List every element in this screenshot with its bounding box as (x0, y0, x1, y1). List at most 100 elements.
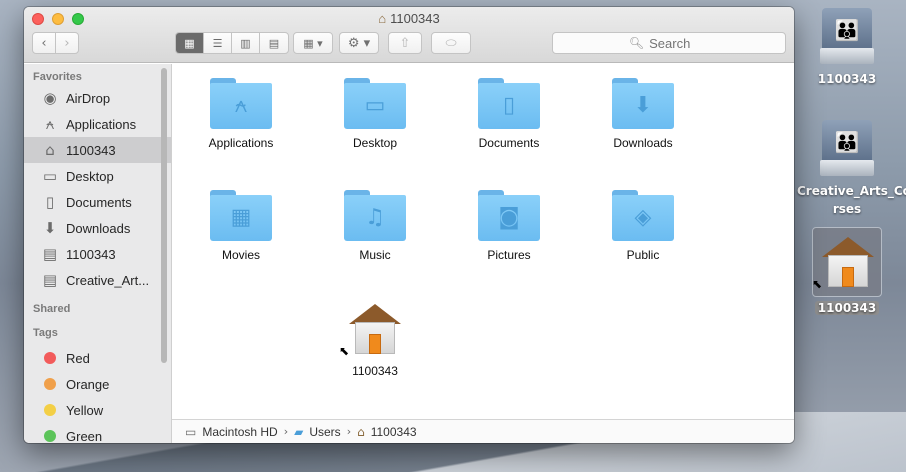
pictures-folder-icon: ◙ (478, 190, 540, 242)
sidebar-item-label: Desktop (66, 168, 114, 184)
downloads-icon: ⬇ (43, 219, 57, 237)
sidebar-item-label: Green (66, 428, 103, 444)
sidebar-item-label: Orange (66, 376, 110, 392)
desktop-item-home-alias[interactable]: ⬉ 1100343 (797, 227, 897, 317)
folder-public[interactable]: ◈ Public (576, 190, 710, 262)
sidebar-item-label: Downloads (66, 220, 131, 236)
desktop-folder-icon: ▭ (344, 78, 406, 130)
sidebar: Favorites ◉ AirDrop ⍲ Applications ⌂ 110… (24, 64, 172, 443)
sidebar-item-label: 1100343 (66, 246, 116, 262)
folder-pictures[interactable]: ◙ Pictures (442, 190, 576, 262)
search-field[interactable]: 🔍︎ (552, 32, 786, 54)
tag-icon: ⬭ (445, 35, 457, 51)
sidebar-tag-orange[interactable]: Orange (24, 371, 171, 397)
titlebar: ⌂ 1100343 ‹ › ▦ ☰ ▥ ▤ ▦ ▾ ⚙ ▾ ⇧ ⬭ 🔍︎ (24, 7, 794, 63)
desktop-item-1100343-drive[interactable]: 👪 1100343 (797, 8, 897, 88)
forward-button[interactable]: › (55, 32, 79, 54)
network-drive-icon: ▤ (42, 245, 58, 263)
music-folder-icon: ♫ (344, 190, 406, 242)
network-drive-icon: 👪 (820, 120, 874, 178)
sidebar-item-label: Applications (66, 116, 137, 132)
desktop-icon: ▭ (42, 167, 58, 185)
home-icon: ⌂ (378, 11, 387, 26)
yellow-tag-dot (44, 404, 56, 416)
chevron-right-icon: › (346, 425, 352, 438)
desktop-item-creative-arts-drive[interactable]: 👪 Creative_Arts_Cou rses (797, 120, 906, 218)
green-tag-dot (44, 430, 56, 442)
sidebar-item-airdrop[interactable]: ◉ AirDrop (24, 85, 171, 111)
edit-tags-button[interactable]: ⬭ (431, 32, 471, 54)
sidebar-header-favorites: Favorites (33, 71, 82, 83)
sidebar-scrollbar[interactable] (161, 68, 167, 363)
path-segment-home[interactable]: 1100343 (371, 425, 417, 439)
sidebar-item-home[interactable]: ⌂ 1100343 (24, 137, 171, 163)
sidebar-tag-red[interactable]: Red (24, 345, 171, 371)
icon-view-button[interactable]: ▦ (176, 33, 204, 53)
sidebar-tag-green[interactable]: Green (24, 423, 171, 443)
documents-folder-icon: ▯ (478, 78, 540, 130)
folder-downloads[interactable]: ⬇ Downloads (576, 78, 710, 150)
action-button[interactable]: ⚙ ▾ (339, 32, 379, 54)
chevron-right-icon: › (283, 425, 289, 438)
sidebar-item-documents[interactable]: ▯ Documents (24, 189, 171, 215)
sidebar-item-label: Documents (66, 194, 132, 210)
arrange-grid-icon: ▦ ▾ (303, 36, 323, 50)
sidebar-item-label: Red (66, 350, 90, 366)
home-alias-item[interactable]: ⬉ 1100343 (308, 302, 442, 378)
chevron-left-icon: ‹ (41, 35, 47, 51)
sidebar-item-label: Creative_Art... (66, 272, 150, 288)
airdrop-icon: ◉ (43, 89, 57, 107)
folder-desktop[interactable]: ▭ Desktop (308, 78, 442, 150)
applications-folder-icon: ⍲ (210, 78, 272, 130)
path-bar: ▭ Macintosh HD › ▰ Users › ⌂ 1100343 (172, 419, 794, 443)
folder-icon: ▰ (294, 424, 304, 439)
share-icon: ⇧ (399, 35, 411, 51)
sidebar-item-label: 1100343 (66, 142, 116, 158)
sidebar-tag-yellow[interactable]: Yellow (24, 397, 171, 423)
finder-window: ⌂1100343 ‹ › ▦ ☰ ▥ ▤ ▦ ▾ ⚙ ▾ ⇧ ⬭ 🔍︎ Favo… (24, 7, 794, 443)
public-folder-icon: ◈ (612, 190, 674, 242)
sidebar-item-creative-arts-drive[interactable]: ▤ Creative_Art... (24, 267, 171, 293)
window-title: ⌂ 1100343 (378, 11, 440, 26)
downloads-folder-icon: ⬇ (612, 78, 674, 130)
path-segment-users[interactable]: Users (309, 425, 340, 439)
sidebar-item-1100343-drive[interactable]: ▤ 1100343 (24, 241, 171, 267)
network-drive-icon: ▤ (42, 271, 58, 289)
documents-icon: ▯ (45, 193, 55, 211)
column-view-button[interactable]: ▥ (232, 33, 260, 53)
view-mode-segmented-control: ▦ ☰ ▥ ▤ (175, 32, 289, 54)
coverflow-view-button[interactable]: ▤ (260, 33, 288, 53)
home-alias-icon: ⬉ (339, 302, 403, 358)
home-icon: ⌂ (357, 424, 365, 439)
chevron-right-icon: › (64, 35, 70, 51)
sidebar-item-applications[interactable]: ⍲ Applications (24, 111, 171, 137)
sidebar-header-shared: Shared (33, 303, 71, 315)
folder-music[interactable]: ♫ Music (308, 190, 442, 262)
path-segment-macintosh-hd[interactable]: Macintosh HD (202, 425, 277, 439)
folder-movies[interactable]: ▦ Movies (174, 190, 308, 262)
orange-tag-dot (44, 378, 56, 390)
sidebar-item-label: AirDrop (66, 90, 111, 106)
home-icon: ⌂ (45, 141, 55, 159)
gear-icon: ⚙ ▾ (347, 35, 371, 51)
folder-applications[interactable]: ⍲ Applications (174, 78, 308, 150)
sidebar-item-downloads[interactable]: ⬇ Downloads (24, 215, 171, 241)
applications-icon: ⍲ (45, 115, 55, 133)
search-input[interactable] (649, 35, 710, 51)
red-tag-dot (44, 352, 56, 364)
list-view-button[interactable]: ☰ (204, 33, 232, 53)
network-drive-icon: 👪 (820, 8, 874, 66)
sidebar-item-desktop[interactable]: ▭ Desktop (24, 163, 171, 189)
content-area: ⍲ Applications ▭ Desktop ▯ Documents ⬇ D… (172, 64, 794, 419)
alias-arrow-icon: ⬉ (339, 344, 350, 358)
movies-folder-icon: ▦ (210, 190, 272, 242)
share-button[interactable]: ⇧ (388, 32, 422, 54)
hard-drive-icon: ▭ (185, 424, 197, 439)
arrange-button[interactable]: ▦ ▾ (293, 32, 333, 54)
sidebar-item-label: Yellow (66, 402, 104, 418)
folder-documents[interactable]: ▯ Documents (442, 78, 576, 150)
search-icon: 🔍︎ (628, 36, 645, 50)
back-button[interactable]: ‹ (32, 32, 56, 54)
home-alias-icon: ⬉ (812, 227, 882, 297)
sidebar-header-tags: Tags (33, 327, 58, 339)
